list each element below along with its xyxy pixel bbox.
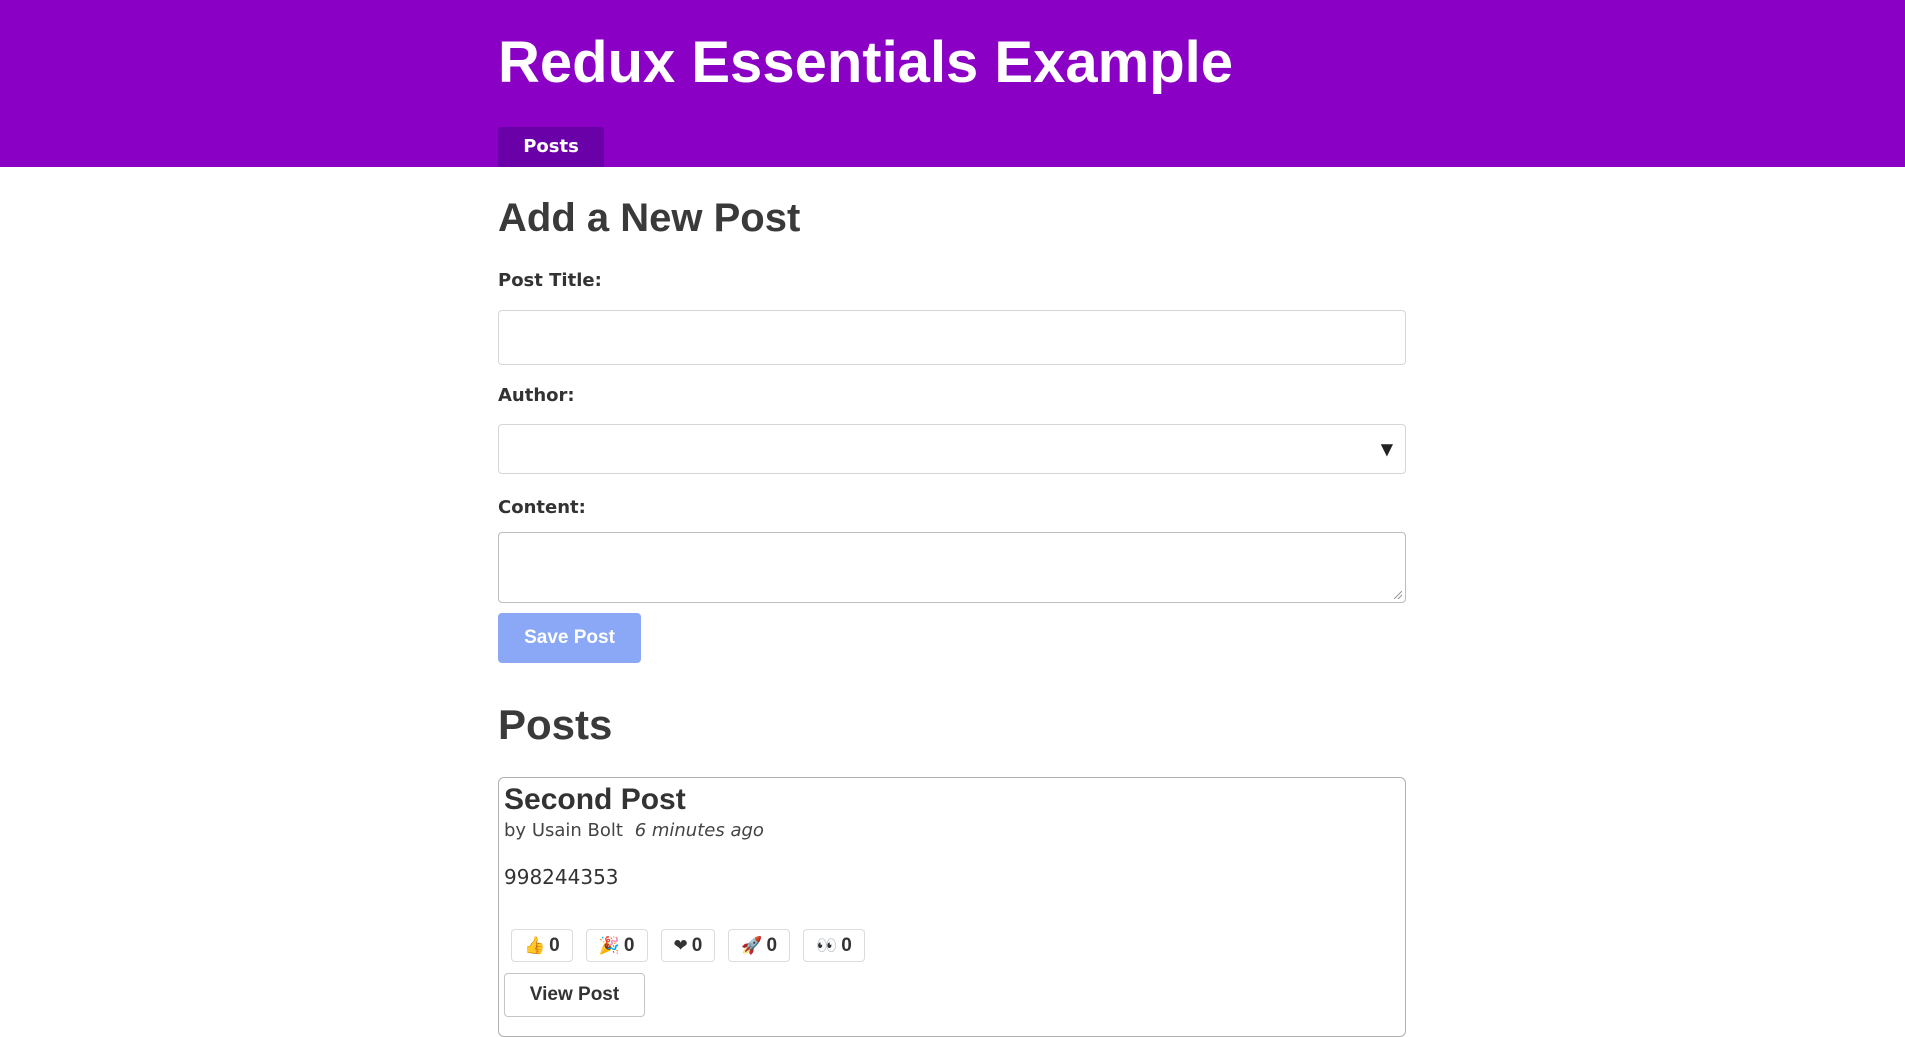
post-content: 998244353	[504, 865, 619, 889]
dropdown-arrow-icon: ▼	[1380, 439, 1393, 459]
nav-link-posts[interactable]: Posts	[498, 127, 604, 167]
reaction-count: 0	[623, 934, 635, 956]
reaction-count: 0	[766, 934, 778, 956]
author-select[interactable]: ▼	[498, 424, 1406, 474]
reaction-button-eyes[interactable]: 👀 0	[803, 929, 865, 962]
reaction-button-rocket[interactable]: 🚀 0	[728, 929, 791, 962]
save-post-button[interactable]: Save Post	[498, 613, 641, 663]
post-excerpt: Second Post by Usain Bolt 6 minutes ago …	[498, 777, 1406, 1037]
post-timestamp: 6 minutes ago	[634, 820, 764, 841]
post-author: Usain Bolt	[531, 820, 623, 841]
reaction-count: 0	[841, 934, 852, 956]
posts-heading: Posts	[498, 701, 613, 748]
post-meta: by Usain Bolt 6 minutes ago	[504, 820, 764, 842]
thumbs-up-icon: 👍	[524, 935, 546, 955]
party-popper-icon: 🎉	[598, 935, 620, 955]
app-header: Redux Essentials Example Posts	[0, 0, 1905, 167]
reaction-button-heart[interactable]: ❤ 0	[660, 929, 716, 962]
rocket-icon: 🚀	[741, 935, 763, 955]
content-label: Content:	[498, 497, 586, 518]
reaction-button-hooray[interactable]: 🎉 0	[585, 929, 648, 962]
add-post-heading: Add a New Post	[498, 196, 801, 240]
reaction-button-thumbs-up[interactable]: 👍 0	[511, 929, 573, 962]
app-title: Redux Essentials Example	[498, 30, 1233, 95]
resize-handle-icon[interactable]	[1394, 591, 1402, 599]
heart-icon: ❤	[673, 935, 688, 955]
author-label: Author:	[498, 385, 575, 406]
reaction-count: 0	[549, 934, 560, 956]
post-title: Second Post	[504, 783, 686, 816]
post-title-label: Post Title:	[498, 270, 602, 291]
post-title-input[interactable]	[498, 310, 1406, 365]
post-author-prefix: by	[504, 820, 527, 841]
reaction-buttons: 👍 0 🎉 0 ❤ 0 🚀 0 👀 0	[511, 929, 865, 962]
eyes-icon: 👀	[816, 935, 838, 955]
view-post-button[interactable]: View Post	[504, 973, 645, 1017]
content-textarea[interactable]	[498, 532, 1406, 603]
reaction-count: 0	[691, 934, 703, 956]
